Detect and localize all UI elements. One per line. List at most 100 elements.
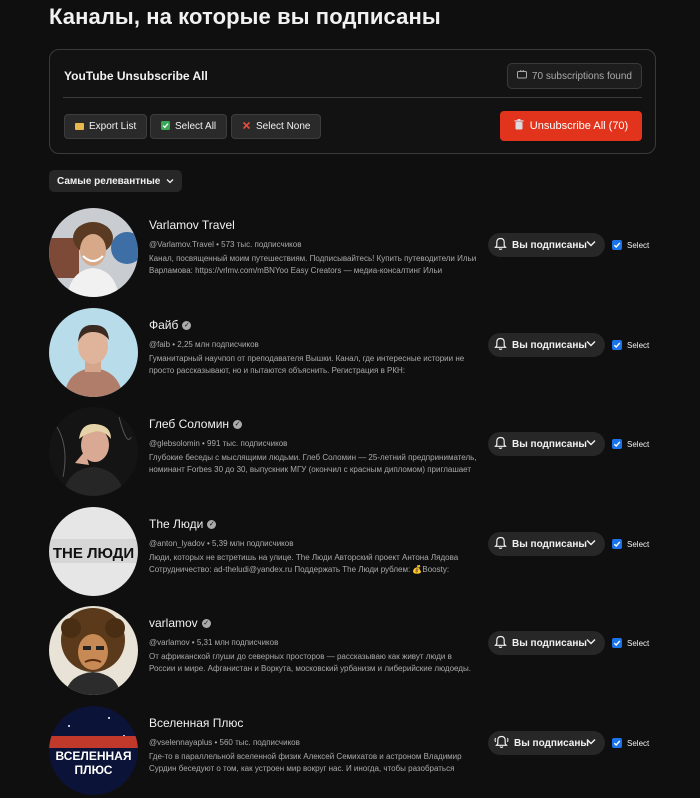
- select-checkbox[interactable]: [612, 240, 622, 250]
- verified-check-icon: ✓: [182, 320, 192, 330]
- channel-name[interactable]: Вселенная Плюс: [149, 716, 243, 730]
- channel-name-wrap[interactable]: Файб ✓: [149, 318, 192, 332]
- channel-avatar[interactable]: [49, 606, 138, 695]
- verified-check-icon: ✓: [207, 519, 217, 529]
- sort-label: Самые релевантные: [57, 175, 161, 187]
- select-toggle[interactable]: Select: [612, 638, 649, 648]
- chevron-down-icon: [586, 637, 596, 648]
- channel-avatar[interactable]: ВСЕЛЕННАЯ ПЛЮС: [49, 706, 138, 795]
- tv-icon: [516, 69, 527, 82]
- channel-name[interactable]: Глеб Соломин: [149, 417, 229, 431]
- subscribed-button[interactable]: Вы подписаны: [488, 532, 605, 556]
- subscribed-button[interactable]: Вы подписаны: [488, 333, 605, 357]
- channel-name[interactable]: Varlamov Travel: [149, 218, 235, 232]
- subscribed-button[interactable]: Вы подписаны: [488, 432, 605, 456]
- unsubscribe-all-label: Unsubscribe All (70): [529, 120, 629, 132]
- unsubscribe-panel: YouTube Unsubscribe All 70 subscriptions…: [49, 49, 656, 154]
- subscribed-label: Вы подписаны: [512, 637, 587, 649]
- subscribed-label: Вы подписаны: [514, 737, 589, 749]
- bell-icon: [494, 635, 507, 652]
- select-none-label: Select None: [256, 121, 311, 132]
- select-toggle[interactable]: Select: [612, 738, 649, 748]
- verified-check-icon: ✓: [201, 618, 211, 628]
- subscribed-button[interactable]: Вы подписаны: [488, 631, 605, 655]
- channel-description: Гуманитарный научпоп от преподавателя Вы…: [149, 353, 483, 377]
- chevron-down-icon: [586, 239, 596, 250]
- channel-description: Глубокие беседы с мыслящими людьми. Глеб…: [149, 452, 483, 476]
- subscribed-label: Вы подписаны: [512, 438, 587, 450]
- bell-ringing-icon: [494, 735, 509, 752]
- channel-meta: @Varlamov.Travel • 573 тыс. подписчиков: [149, 240, 302, 249]
- select-checkbox[interactable]: [612, 439, 622, 449]
- avatar-text: ПЛЮС: [75, 763, 113, 777]
- channel-meta: @vselennayaplus • 560 тыс. подписчиков: [149, 738, 300, 747]
- channel-name[interactable]: varlamov: [149, 616, 198, 630]
- subscribed-button[interactable]: Вы подписаны: [488, 233, 605, 257]
- channel-avatar[interactable]: THE ЛЮДИ: [49, 507, 138, 596]
- channel-description-line: Варламова: https://vrlmv.com/mBNYoo Easy…: [149, 266, 443, 275]
- select-label: Select: [627, 539, 650, 549]
- channel-description-line: Сотрудничество: ad-theludi@yandex.ru Под…: [149, 565, 450, 574]
- select-checkbox[interactable]: [612, 638, 622, 648]
- export-list-button[interactable]: Export List: [64, 114, 148, 139]
- channel-avatar[interactable]: [49, 308, 138, 397]
- chevron-down-icon: [586, 737, 596, 748]
- channel-description-line: номинант Forbes 30 до 30, выпускник МГУ …: [149, 465, 472, 474]
- panel-title: YouTube Unsubscribe All: [64, 69, 208, 83]
- select-none-button[interactable]: Select None: [231, 114, 322, 139]
- subscribed-label: Вы подписаны: [512, 538, 587, 550]
- select-all-button[interactable]: Select All: [150, 114, 228, 139]
- subscriptions-found-badge: 70 subscriptions found: [506, 63, 642, 89]
- channel-name-wrap[interactable]: varlamov ✓: [149, 616, 211, 630]
- chevron-down-icon: [586, 339, 596, 350]
- channel-name-wrap[interactable]: Глеб Соломин ✓: [149, 417, 243, 431]
- chevron-down-icon: [586, 438, 596, 449]
- select-label: Select: [627, 738, 650, 748]
- sort-dropdown[interactable]: Самые релевантные: [49, 170, 183, 192]
- channel-avatar[interactable]: [49, 208, 138, 297]
- select-all-label: Select All: [175, 121, 217, 132]
- channel-row: Глеб Соломин ✓ @glebsolomin • 991 тыс. по…: [49, 407, 669, 499]
- select-checkbox[interactable]: [612, 340, 622, 350]
- channel-meta: @anton_lyadov • 5,39 млн подписчиков: [149, 539, 294, 548]
- subscriptions-found-text: 70 subscriptions found: [531, 70, 632, 82]
- check-mark-icon: [161, 120, 170, 133]
- channel-name-wrap[interactable]: Varlamov Travel: [149, 218, 235, 232]
- subscribed-button[interactable]: Вы подписаны: [488, 731, 605, 755]
- unsubscribe-all-button[interactable]: Unsubscribe All (70): [500, 111, 642, 141]
- select-toggle[interactable]: Select: [612, 240, 649, 250]
- select-checkbox[interactable]: [612, 539, 622, 549]
- channel-avatar[interactable]: [49, 407, 138, 496]
- avatar-text: THE ЛЮДИ: [53, 545, 134, 562]
- channel-description-line: Сурдин беседуют о том, как устроен мир в…: [149, 764, 455, 773]
- select-toggle[interactable]: Select: [612, 539, 649, 549]
- channel-row: Varlamov Travel @Varlamov.Travel • 573 т…: [49, 208, 669, 300]
- select-checkbox[interactable]: [612, 738, 622, 748]
- channel-name[interactable]: The Люди: [149, 517, 203, 531]
- export-list-label: Export List: [89, 121, 137, 132]
- channel-name-wrap[interactable]: The Люди ✓: [149, 517, 217, 531]
- channel-description-line: России и мире. Афганистан и Воркута, мос…: [149, 664, 471, 673]
- channel-description-line: Гуманитарный научпоп от преподавателя Вы…: [149, 354, 465, 363]
- channel-meta: @varlamov • 5,31 млн подписчиков: [149, 638, 279, 647]
- bell-icon: [494, 337, 507, 354]
- channel-description-line: просто рассказывают, но и пытаются объяс…: [149, 366, 406, 375]
- channel-row: ВСЕЛЕННАЯ ПЛЮС Вселенная Плюс @vselennay…: [49, 706, 669, 798]
- channel-name[interactable]: Файб: [149, 318, 178, 332]
- bell-icon: [494, 237, 507, 254]
- folder-icon: [75, 123, 84, 130]
- channel-row: THE ЛЮДИ The Люди ✓ @anton_lyadov • 5,39 …: [49, 507, 669, 599]
- select-label: Select: [627, 439, 650, 449]
- select-toggle[interactable]: Select: [612, 439, 649, 449]
- channel-description-line: От африканской глуши до северных простор…: [149, 652, 452, 661]
- channel-description: От африканской глуши до северных простор…: [149, 651, 483, 675]
- cross-icon: [242, 121, 251, 133]
- trash-icon: [514, 119, 524, 133]
- channel-description-line: Глубокие беседы с мыслящими людьми. Глеб…: [149, 453, 477, 462]
- select-toggle[interactable]: Select: [612, 340, 649, 350]
- channel-name-wrap[interactable]: Вселенная Плюс: [149, 716, 243, 730]
- avatar-text: ВСЕЛЕННАЯ: [56, 749, 132, 763]
- bell-icon: [494, 536, 507, 553]
- channel-meta: @faib • 2,25 млн подписчиков: [149, 340, 259, 349]
- channel-description-line: Канал, посвященный моим путешествиям. По…: [149, 254, 477, 263]
